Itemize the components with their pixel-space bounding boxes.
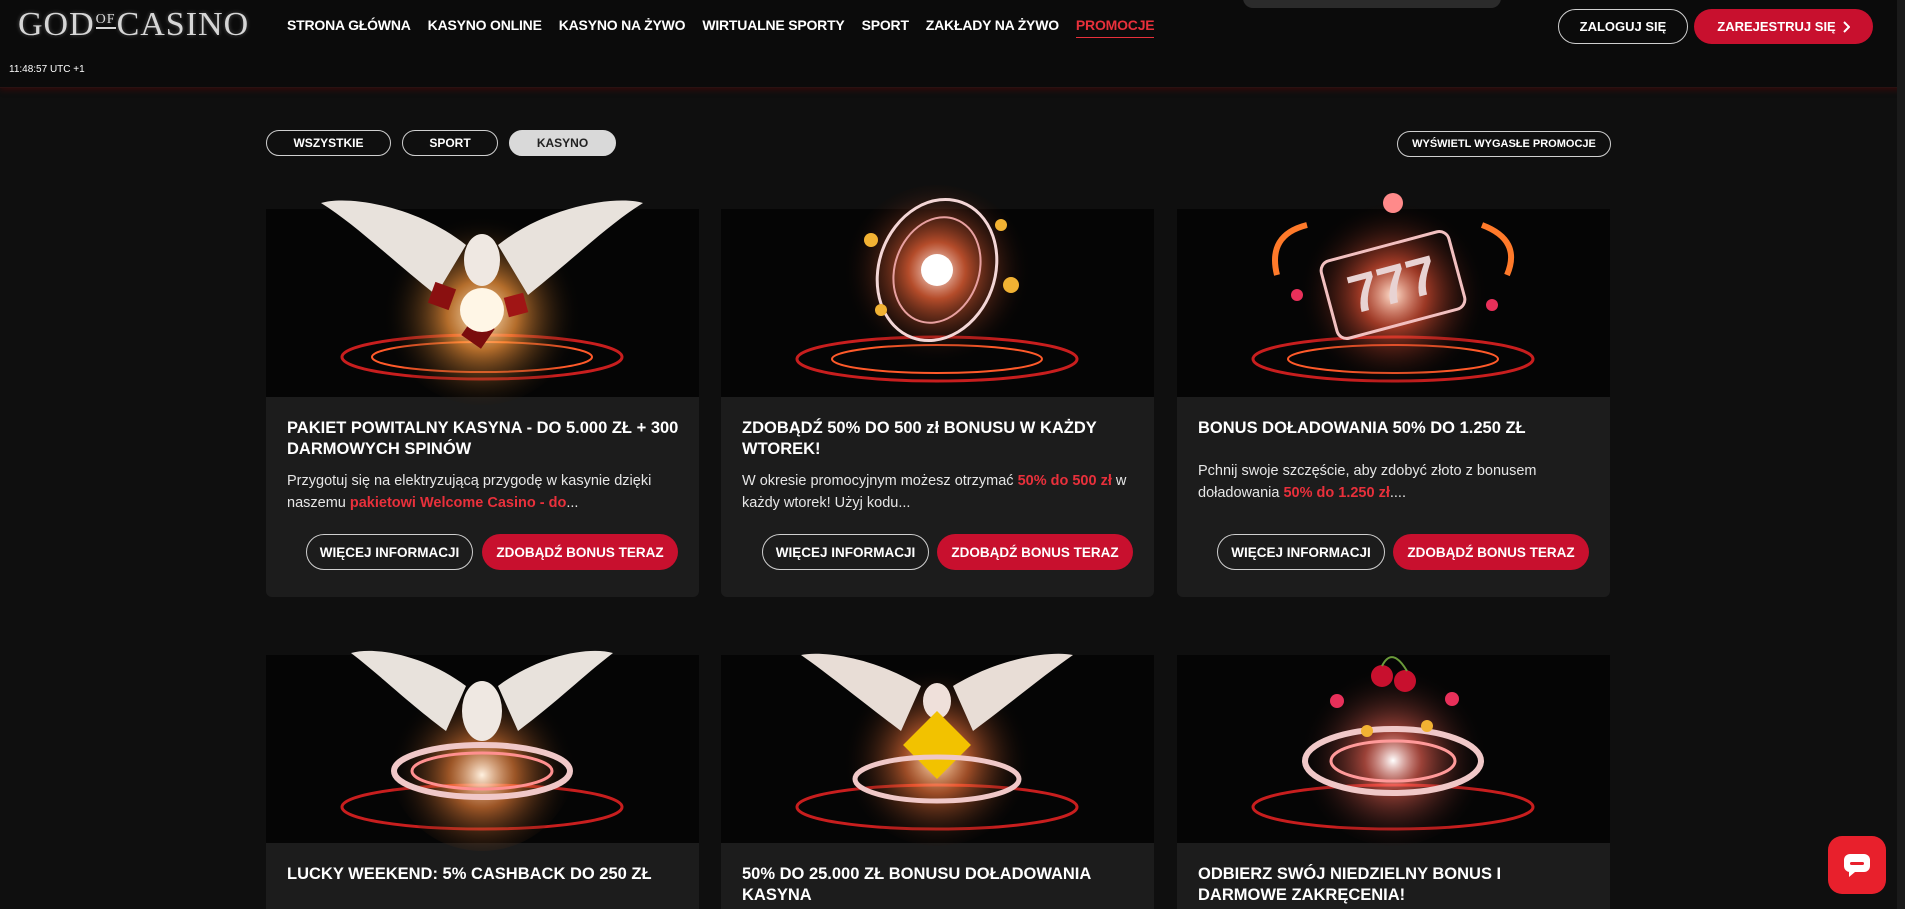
register-label: ZAREJESTRUJ SIĘ <box>1717 19 1836 34</box>
site-logo[interactable]: GOD OF CASINO <box>18 6 249 44</box>
promo-image <box>266 200 699 405</box>
promo-card: LUCKY WEEKEND: 5% CASHBACK DO 250 ZŁ <box>266 650 699 909</box>
promo-card: PAKIET POWITALNY KASYNA - DO 5.000 ZŁ + … <box>266 200 699 597</box>
more-info-button[interactable]: WIĘCEJ INFORMACJI <box>762 534 929 570</box>
promo-image <box>1177 655 1610 846</box>
more-info-button[interactable]: WIĘCEJ INFORMACJI <box>1217 534 1385 570</box>
promo-description: W okresie promocyjnym możesz otrzymać 50… <box>742 473 1127 511</box>
get-bonus-button[interactable]: ZDOBĄDŹ BONUS TERAZ <box>1393 534 1589 570</box>
promo-title: PAKIET POWITALNY KASYNA - DO 5.000 ZŁ + … <box>287 419 679 458</box>
main-nav: STRONA GŁÓWNA KASYNO ONLINE KASYNO NA ŻY… <box>287 17 1171 38</box>
nav-live-betting[interactable]: ZAKŁADY NA ŻYWO <box>926 17 1059 38</box>
promo-title: ZDOBĄDŹ 50% DO 500 zł BONUSU W KAŻDY WTO… <box>742 419 1097 458</box>
promo-title: LUCKY WEEKEND: 5% CASHBACK DO 250 ZŁ <box>287 865 652 883</box>
winged-angel-dice-icon <box>321 200 643 405</box>
get-bonus-button[interactable]: ZDOBĄDŹ BONUS TERAZ <box>482 534 678 570</box>
winged-angel-ring-icon <box>340 650 624 851</box>
scrollbar[interactable] <box>1897 0 1905 909</box>
filter-all[interactable]: WSZYSTKIE <box>266 130 391 156</box>
promo-card: ODBIERZ SWÓJ NIEDZIELNY BONUS I DARMOWE … <box>1177 655 1610 909</box>
promotions-page: GOD OF CASINO 11:48:57 UTC +1 STRONA GŁÓWN… <box>0 0 1905 909</box>
promo-image <box>266 650 699 851</box>
promo-description: Przygotuj się na elektryzującą przygodę … <box>287 473 652 511</box>
clock-readout: 11:48:57 UTC +1 <box>9 64 85 75</box>
get-bonus-button[interactable]: ZDOBĄDŹ BONUS TERAZ <box>937 534 1133 570</box>
filter-casino[interactable]: KASYNO <box>509 130 616 156</box>
roulette-wheel-icon <box>795 185 1079 383</box>
promo-title: 50% DO 25.000 ZŁ BONUSU DOŁADOWANIA KASY… <box>742 865 1091 904</box>
nav-live-casino[interactable]: KASYNO NA ŻYWO <box>559 17 686 38</box>
promo-title: BONUS DOŁADOWANIA 50% DO 1.250 ZŁ <box>1198 419 1526 437</box>
register-button[interactable]: ZAREJESTRUJ SIĘ <box>1694 9 1873 44</box>
show-expired-button[interactable]: WYŚWIETL WYGASŁE PROMOCJE <box>1397 131 1611 157</box>
promo-image <box>721 185 1154 397</box>
promo-image: 777 <box>1177 193 1610 397</box>
nav-promotions[interactable]: PROMOCJE <box>1075 17 1155 38</box>
filter-sport[interactable]: SPORT <box>402 130 498 156</box>
promo-image <box>721 653 1154 846</box>
promo-card: 777 BONUS DOŁADOWANIA 50% DO 1.250 ZŁ Pc… <box>1177 193 1610 597</box>
chevron-right-icon <box>1843 20 1850 33</box>
winged-angel-cube-icon <box>795 653 1079 846</box>
site-header: GOD OF CASINO 11:48:57 UTC +1 STRONA GŁÓWN… <box>0 0 1905 88</box>
cherries-ring-icon <box>1251 656 1535 846</box>
nav-sport[interactable]: SPORT <box>862 17 909 38</box>
promo-card: 50% DO 25.000 ZŁ BONUSU DOŁADOWANIA KASY… <box>721 653 1154 909</box>
promo-description: Pchnij swoje szczęście, aby zdobyć złoto… <box>1198 463 1537 501</box>
login-button[interactable]: ZALOGUJ SIĘ <box>1558 9 1688 44</box>
chat-bubble-icon <box>1844 854 1870 877</box>
nav-virtual-sports[interactable]: WIRTUALNE SPORTY <box>702 17 844 38</box>
search-bar[interactable] <box>1243 0 1501 8</box>
promo-card: ZDOBĄDŹ 50% DO 500 zł BONUSU W KAŻDY WTO… <box>721 185 1154 597</box>
slot-777-icon: 777 <box>1251 193 1535 390</box>
nav-home[interactable]: STRONA GŁÓWNA <box>287 17 411 38</box>
more-info-button[interactable]: WIĘCEJ INFORMACJI <box>306 534 473 570</box>
nav-casino-online[interactable]: KASYNO ONLINE <box>428 17 542 38</box>
chat-button[interactable] <box>1828 836 1886 894</box>
promo-title: ODBIERZ SWÓJ NIEDZIELNY BONUS I DARMOWE … <box>1198 865 1502 904</box>
